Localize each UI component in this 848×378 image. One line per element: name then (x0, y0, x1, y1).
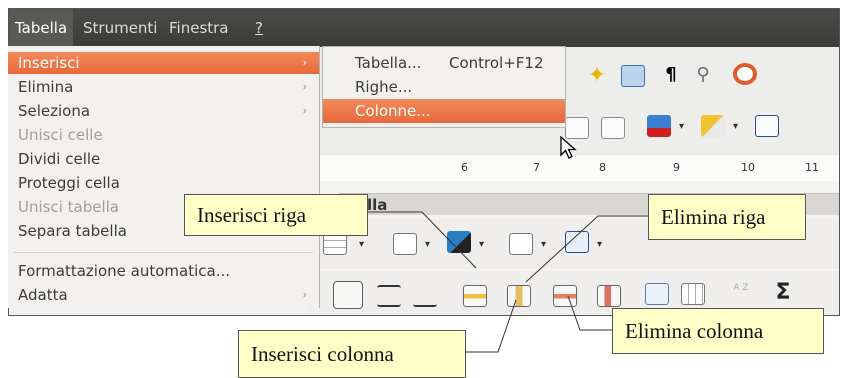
delete-row-icon[interactable] (553, 285, 577, 307)
align-bottom-icon[interactable] (413, 285, 437, 307)
sort-icon[interactable]: A Z (729, 283, 753, 305)
menu-item-dividi-celle[interactable]: Dividi celle (8, 148, 319, 170)
ruler-number: 10 (741, 161, 755, 174)
help-icon[interactable] (733, 63, 757, 85)
insert-row-icon[interactable] (463, 285, 487, 307)
menu-tabella[interactable]: Tabella (9, 9, 74, 47)
menu-item-formattazione-automatica[interactable]: Formattazione automatica... (8, 260, 319, 282)
submenu-item-tabella[interactable]: Tabella... Control+F12 (323, 51, 565, 75)
callout-inserisci-colonna: Inserisci colonna (238, 330, 466, 378)
callout-inserisci-riga: Inserisci riga (184, 194, 368, 236)
ruler-number: 6 (461, 161, 468, 174)
highlight-dropdown-icon[interactable]: ▾ (733, 121, 738, 132)
borders-dropdown-icon[interactable]: ▾ (425, 239, 430, 250)
merge-dropdown-icon[interactable]: ▾ (541, 239, 546, 250)
insert-column-icon[interactable] (507, 285, 531, 307)
submenu-arrow-icon: › (302, 104, 307, 117)
sum-icon[interactable]: Σ (771, 281, 795, 305)
menu-item-unisci-celle: Unisci celle (18, 126, 103, 144)
align-icon[interactable] (565, 231, 589, 253)
cell-fill-icon[interactable] (447, 231, 471, 253)
callout-elimina-colonna: Elimina colonna (612, 308, 824, 354)
menu-item-seleziona[interactable]: Seleziona › (8, 100, 319, 122)
align-dropdown-icon[interactable]: ▾ (597, 239, 602, 250)
align-center-icon[interactable] (377, 285, 401, 307)
ruler-number: 7 (533, 161, 540, 174)
ruler-number: 11 (805, 161, 819, 174)
menu-strumenti[interactable]: Strumenti (77, 9, 163, 47)
ruler-number: 9 (673, 161, 680, 174)
navigator-star-icon[interactable]: ✦ (585, 65, 609, 87)
table-dropdown-icon[interactable]: ▾ (359, 239, 364, 250)
menu-finestra[interactable]: Finestra (163, 9, 235, 47)
menu-help[interactable]: ? (249, 9, 269, 47)
submenu-arrow-icon: › (302, 288, 307, 301)
submenu-item-righe[interactable]: Righe... (323, 75, 565, 99)
zoom-icon[interactable]: ⚲ (691, 63, 715, 85)
menu-item-inserisci[interactable]: Inserisci › (8, 52, 319, 74)
font-color-dropdown-icon[interactable]: ▾ (679, 121, 684, 132)
table-icon[interactable] (323, 233, 347, 255)
indent-increase-icon[interactable] (601, 117, 625, 139)
borders-icon[interactable] (393, 233, 417, 255)
cell-fill-dropdown-icon[interactable]: ▾ (479, 239, 484, 250)
shortcut-label: Control+F12 (449, 54, 544, 72)
submenu-arrow-icon: › (302, 56, 307, 69)
menu-item-adatta[interactable]: Adatta › (8, 284, 319, 306)
font-color-icon[interactable] (647, 115, 671, 137)
menu-item-elimina[interactable]: Elimina › (8, 76, 319, 98)
formatting-marks-icon[interactable]: ¶ (659, 63, 683, 85)
align-top-icon[interactable] (333, 281, 363, 309)
background-color-icon[interactable] (755, 115, 779, 137)
menu-item-proteggi-cella[interactable]: Proteggi cella (8, 172, 319, 194)
merge-icon[interactable] (509, 233, 533, 255)
submenu-item-colonne[interactable]: Colonne... (323, 99, 565, 123)
menubar: Tabella Strumenti Finestra ? (9, 9, 839, 47)
tabella-dropdown-menu: Inserisci › Elimina › Seleziona › Unisci ce… (8, 46, 320, 308)
mouse-pointer-icon (560, 136, 577, 159)
table-grid-icon[interactable] (681, 283, 705, 305)
submenu-arrow-icon: › (302, 80, 307, 93)
highlight-icon[interactable] (701, 115, 725, 137)
gallery-icon[interactable] (621, 65, 645, 87)
callout-elimina-riga: Elimina riga (648, 194, 806, 240)
ruler-number: 8 (599, 161, 606, 174)
delete-column-icon[interactable] (597, 285, 621, 307)
autofit-icon[interactable] (645, 283, 669, 305)
menu-separator (14, 252, 313, 253)
inserisci-submenu: Tabella... Control+F12 Righe... Colonne..… (322, 46, 566, 128)
